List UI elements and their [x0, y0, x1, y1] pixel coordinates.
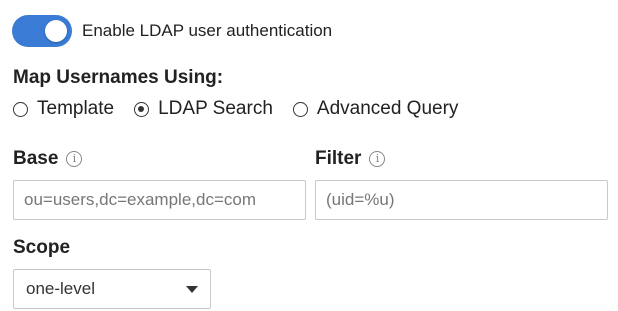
map-usernames-heading: Map Usernames Using: [13, 67, 224, 88]
base-label: Base [13, 148, 59, 169]
scope-field-group: Scope one-level [13, 236, 211, 309]
radio-label-ldap-search: LDAP Search [158, 98, 273, 119]
radio-label-advanced-query: Advanced Query [316, 98, 459, 119]
map-usernames-radio-group: Template LDAP Search Advanced Query [13, 98, 478, 120]
chevron-down-icon [186, 285, 198, 293]
info-icon[interactable]: i [66, 151, 83, 167]
toggle-knob [45, 20, 67, 42]
filter-label-row: Filter i [315, 147, 608, 171]
radio-option-ldap-search[interactable]: LDAP Search [134, 98, 273, 120]
radio-option-advanced-query[interactable]: Advanced Query [292, 98, 459, 120]
radio-label-template: Template [37, 98, 115, 119]
ldap-auth-toggle-label: Enable LDAP user authentication [82, 21, 333, 40]
ldap-auth-toggle[interactable] [12, 15, 72, 47]
radio-option-template[interactable]: Template [13, 98, 114, 120]
filter-input[interactable] [315, 180, 608, 220]
scope-label: Scope [13, 237, 71, 258]
radio-button-template[interactable] [13, 101, 28, 117]
ldap-auth-toggle-row: Enable LDAP user authentication [12, 15, 332, 47]
base-label-row: Base i [13, 147, 306, 171]
base-field-group: Base i [13, 147, 306, 220]
scope-select-value: one-level [26, 279, 95, 298]
scope-select[interactable]: one-level [13, 269, 211, 309]
radio-button-advanced-query[interactable] [292, 101, 308, 117]
filter-label: Filter [315, 148, 362, 169]
scope-label-row: Scope [13, 236, 211, 260]
base-input[interactable] [13, 180, 306, 220]
info-icon[interactable]: i [369, 151, 386, 167]
filter-field-group: Filter i [315, 147, 608, 220]
radio-button-ldap-search[interactable] [134, 101, 150, 117]
